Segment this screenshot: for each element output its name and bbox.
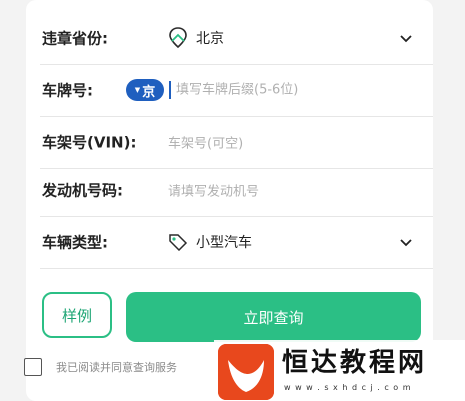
engine-label: 发动机号码: <box>42 181 123 200</box>
vin-input[interactable]: 车架号(可空) <box>168 133 243 152</box>
vin-label: 车架号(VIN): <box>42 133 137 152</box>
chevron-down-icon[interactable] <box>399 31 413 45</box>
province-text: 北京 <box>196 31 224 47</box>
plate-prefix-selector[interactable]: ▼ 京 <box>126 79 164 101</box>
watermark: 恒达教程网 w w w . s x h d c j . c o m <box>214 340 465 401</box>
plate-prefix-text: 京 <box>142 84 156 100</box>
text-caret <box>169 81 171 99</box>
vehicle-type-text: 小型汽车 <box>196 235 252 251</box>
agreement-text: 我已阅读并同意查询服务 <box>56 361 177 374</box>
agreement-checkbox[interactable] <box>24 358 42 376</box>
vehicle-type-row[interactable]: 车辆类型: 小型汽车 <box>40 216 433 269</box>
watermark-title: 恒达教程网 <box>282 348 428 378</box>
vehicle-type-value[interactable]: 小型汽车 <box>168 232 252 252</box>
triangle-down-icon: ▼ <box>134 86 141 94</box>
plate-row: 车牌号: ▼ 京 <box>40 64 433 117</box>
tag-icon <box>169 234 188 251</box>
engine-row: 发动机号码: 请填写发动机号 <box>40 164 433 217</box>
vin-row: 车架号(VIN): 车架号(可空) <box>40 116 433 169</box>
location-pin-icon <box>169 27 187 49</box>
plate-label: 车牌号: <box>42 81 93 100</box>
province-value[interactable]: 北京 <box>168 27 224 49</box>
agreement-row: 我已阅读并同意查询服务 <box>24 358 177 376</box>
watermark-url: w w w . s x h d c j . c o m <box>284 383 412 392</box>
sample-button[interactable]: 样例 <box>42 292 112 338</box>
plate-input[interactable] <box>174 81 408 99</box>
vehicle-type-label: 车辆类型: <box>42 233 108 252</box>
site-logo-icon <box>218 344 274 400</box>
province-row[interactable]: 违章省份: 北京 <box>40 12 433 65</box>
query-button[interactable]: 立即查询 <box>126 292 421 342</box>
chevron-down-icon[interactable] <box>399 235 413 249</box>
engine-input[interactable]: 请填写发动机号 <box>168 181 259 200</box>
province-label: 违章省份: <box>42 29 108 48</box>
